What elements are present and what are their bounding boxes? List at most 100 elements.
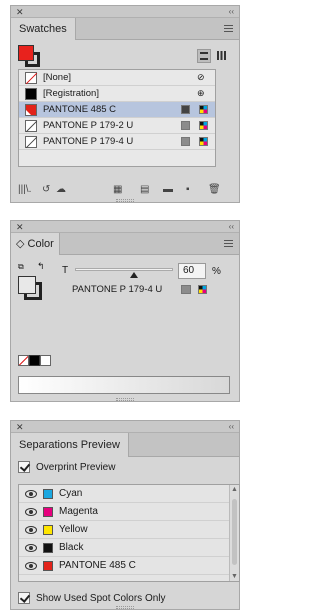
show-used-spot-colors-label: Show Used Spot Colors Only (36, 593, 166, 604)
ink-label: Magenta (59, 506, 98, 517)
tint-slider-track[interactable] (75, 268, 173, 271)
ink-row-black[interactable]: Black (19, 539, 239, 557)
spot-color-icon (181, 137, 190, 146)
creative-cloud-icon[interactable]: ☁ (56, 184, 66, 195)
swatches-bottom-toolbar: |||\. ↺ ☁ ▦ ▤ ▬ ▪ 🗑 (18, 184, 228, 198)
grid-view-icon (217, 51, 226, 60)
close-icon[interactable]: ✕ (16, 6, 24, 18)
collapse-icon[interactable]: ‹‹ (229, 6, 234, 18)
tint-label: T (62, 265, 69, 276)
cmyk-mode-icon (199, 105, 208, 114)
ink-label: Cyan (59, 488, 83, 499)
tab-row: Swatches (11, 18, 239, 40)
eye-icon[interactable] (25, 544, 37, 552)
resize-grip[interactable] (116, 606, 134, 609)
ink-row-yellow[interactable]: Yellow (19, 521, 239, 539)
pantone-485c-chip (25, 104, 37, 116)
new-swatch-icon[interactable]: ▪ (186, 184, 190, 195)
tint-unit: % (212, 266, 221, 277)
trash-icon[interactable]: 🗑 (208, 184, 221, 195)
list-view-button[interactable] (197, 49, 211, 63)
tab-separations-preview[interactable]: Separations Preview (11, 433, 129, 457)
swatch-label: [Registration] (43, 88, 99, 99)
swatch-label: PANTONE P 179-4 U (43, 136, 134, 147)
swatch-label: PANTONE P 179-2 U (43, 120, 134, 131)
panel-titlebar[interactable]: ✕ ‹‹ (11, 221, 239, 233)
swap-fill-stroke-icon[interactable]: ↰ (37, 261, 45, 272)
swatch-name: PANTONE P 179-4 U (72, 284, 163, 295)
panel-titlebar[interactable]: ✕ ‹‹ (11, 6, 239, 18)
scroll-down-icon[interactable]: ▼ (231, 573, 238, 580)
swatch-row-registration[interactable]: [Registration] ⊕ (19, 86, 215, 102)
ink-list-scrollbar[interactable]: ▲ ▼ (229, 485, 239, 581)
overprint-preview-label: Overprint Preview (36, 462, 116, 473)
ink-list: Cyan Magenta Yellow Black PANTONE 485 C … (18, 484, 240, 582)
tint-ramp[interactable] (18, 376, 230, 394)
folder-icon[interactable]: ▬ (163, 184, 173, 195)
default-fill-stroke-icon[interactable]: ⧉ (18, 262, 24, 272)
swatch-label: [None] (43, 72, 71, 83)
collapse-icon[interactable]: ‹‹ (229, 221, 234, 233)
library-icon[interactable]: |||\. (18, 184, 31, 195)
pantone-179-2u-chip (25, 120, 37, 132)
color-panel: ✕ ‹‹ ◇ Color (10, 220, 240, 402)
overprint-preview-checkbox[interactable] (18, 461, 30, 473)
eye-icon[interactable] (25, 508, 37, 516)
swatch-row-pantone-179-4u[interactable]: PANTONE P 179-4 U (19, 134, 215, 150)
close-icon[interactable]: ✕ (16, 421, 24, 433)
ink-swatch (43, 507, 53, 517)
panel-titlebar[interactable]: ✕ ‹‹ (11, 421, 239, 433)
color-fill-swatch[interactable] (18, 276, 36, 294)
tab-color[interactable]: ◇ Color (11, 233, 60, 255)
swatch-label: PANTONE 485 C (43, 104, 117, 115)
none-swatch-icon (25, 72, 37, 84)
black-color-chip[interactable] (29, 355, 40, 366)
swatch-list: [None] ⊘ [Registration] ⊕ PANTONE 485 C … (18, 69, 216, 167)
eye-icon[interactable] (25, 490, 37, 498)
pantone-179-4u-chip (25, 136, 37, 148)
white-color-chip[interactable] (40, 355, 51, 366)
ink-row-pantone-485c[interactable]: PANTONE 485 C (19, 557, 239, 575)
eye-icon[interactable] (25, 562, 37, 570)
grid-view-button[interactable] (215, 49, 229, 63)
registration-mark-icon: ⊕ (197, 88, 205, 98)
ink-swatch (43, 561, 53, 571)
panel-menu-icon[interactable] (224, 240, 233, 247)
cmyk-mode-icon (199, 121, 208, 130)
tint-input[interactable]: 60 (178, 263, 206, 279)
ink-label: Black (59, 542, 84, 553)
swatch-row-none[interactable]: [None] ⊘ (19, 70, 215, 86)
ink-row-cyan[interactable]: Cyan (19, 485, 239, 503)
list-view-icon (200, 52, 208, 60)
cloud-sync-icon[interactable]: ↺ (42, 184, 50, 195)
ink-label: PANTONE 485 C (59, 560, 136, 571)
non-editable-icon: ⊘ (197, 72, 205, 82)
ink-label: Yellow (59, 524, 88, 535)
resize-grip[interactable] (116, 199, 134, 202)
tab-row: ◇ Color (11, 233, 239, 255)
registration-swatch-icon (25, 88, 37, 100)
show-kinds-icon[interactable]: ▦ (113, 184, 122, 195)
tint-slider-thumb[interactable] (129, 272, 138, 278)
cmyk-mode-icon (198, 285, 207, 294)
collapse-icon[interactable]: ‹‹ (229, 421, 234, 433)
ink-swatch (43, 543, 53, 553)
scroll-up-icon[interactable]: ▲ (231, 486, 238, 493)
cmyk-mode-icon (199, 137, 208, 146)
none-color-chip[interactable] (18, 355, 29, 366)
spot-color-icon (181, 105, 190, 114)
spot-color-icon (181, 121, 190, 130)
new-group-icon[interactable]: ▤ (140, 184, 149, 195)
close-icon[interactable]: ✕ (16, 221, 24, 233)
ink-row-magenta[interactable]: Magenta (19, 503, 239, 521)
resize-grip[interactable] (116, 398, 134, 401)
tab-swatches[interactable]: Swatches (11, 18, 76, 40)
swatch-row-pantone-485c[interactable]: PANTONE 485 C (19, 102, 215, 118)
swatch-row-pantone-179-2u[interactable]: PANTONE P 179-2 U (19, 118, 215, 134)
fill-swatch[interactable] (18, 45, 34, 61)
panel-menu-icon[interactable] (224, 25, 233, 32)
ink-swatch (43, 525, 53, 535)
eye-icon[interactable] (25, 526, 37, 534)
show-used-spot-colors-checkbox[interactable] (18, 592, 30, 604)
scroll-thumb[interactable] (232, 499, 237, 565)
